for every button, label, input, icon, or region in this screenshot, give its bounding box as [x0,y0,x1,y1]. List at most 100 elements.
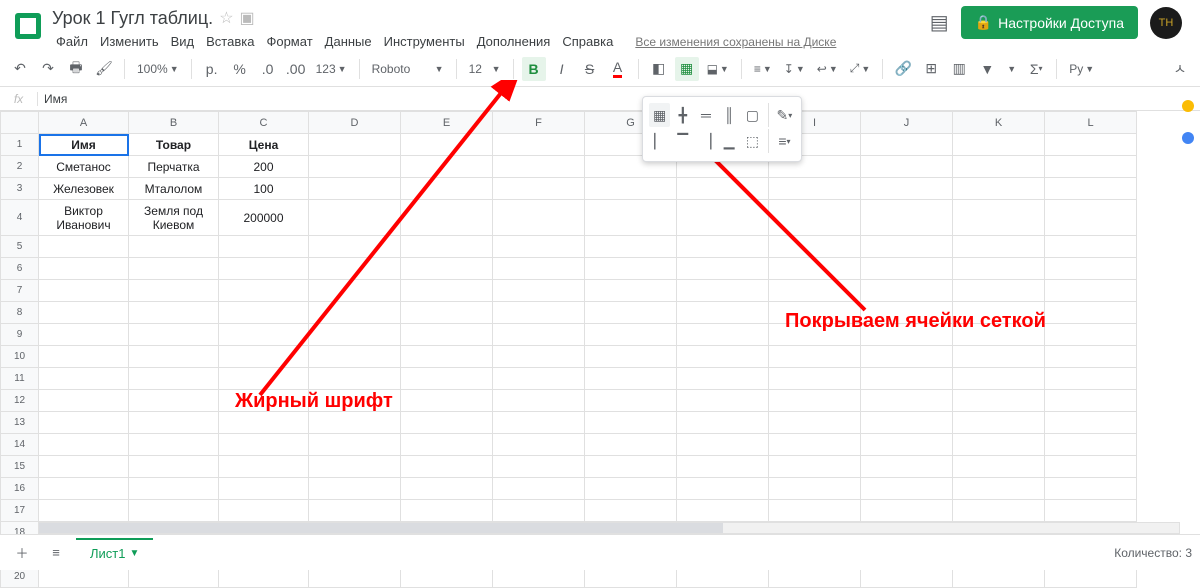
col-header-E[interactable]: E [401,112,493,134]
row-header-15[interactable]: 15 [1,456,39,478]
border-right-button[interactable]: ▕ [695,129,716,153]
cell-E16[interactable] [401,478,493,500]
cell-J1[interactable] [861,134,953,156]
cell-B8[interactable] [129,302,219,324]
cell-B2[interactable]: Перчатка [129,156,219,178]
cell-C4[interactable]: 200000 [219,200,309,236]
cell-D17[interactable] [309,500,401,522]
cell-F1[interactable] [493,134,585,156]
cell-F6[interactable] [493,258,585,280]
cell-C14[interactable] [219,434,309,456]
cell-L11[interactable] [1045,368,1137,390]
cell-G5[interactable] [585,236,677,258]
cell-I6[interactable] [769,258,861,280]
cell-H6[interactable] [677,258,769,280]
cell-B13[interactable] [129,412,219,434]
cell-E6[interactable] [401,258,493,280]
italic-button[interactable]: I [550,57,574,81]
select-all-corner[interactable] [1,112,39,134]
cell-J3[interactable] [861,178,953,200]
sheets-logo[interactable] [8,6,48,46]
cell-E14[interactable] [401,434,493,456]
cell-E9[interactable] [401,324,493,346]
cell-J5[interactable] [861,236,953,258]
cell-K4[interactable] [953,200,1045,236]
col-header-C[interactable]: C [219,112,309,134]
cell-G10[interactable] [585,346,677,368]
insert-link-button[interactable]: 🔗 [891,57,915,81]
border-vertical-button[interactable]: ║ [719,103,740,127]
cell-D6[interactable] [309,258,401,280]
cell-B5[interactable] [129,236,219,258]
cell-H12[interactable] [677,390,769,412]
cell-A14[interactable] [39,434,129,456]
cell-K11[interactable] [953,368,1045,390]
save-status[interactable]: Все изменения сохранены на Диске [631,33,840,51]
col-header-L[interactable]: L [1045,112,1137,134]
insert-comment-button[interactable]: ⊞ [919,57,943,81]
cell-A2[interactable]: Сметанос [39,156,129,178]
cell-B12[interactable] [129,390,219,412]
cell-K15[interactable] [953,456,1045,478]
cell-E12[interactable] [401,390,493,412]
row-header-17[interactable]: 17 [1,500,39,522]
strikethrough-button[interactable]: S [578,57,602,81]
menu-view[interactable]: Вид [167,32,199,51]
cell-L16[interactable] [1045,478,1137,500]
star-icon[interactable]: ☆ [219,8,233,28]
cell-F8[interactable] [493,302,585,324]
cell-E11[interactable] [401,368,493,390]
row-header-1[interactable]: 1 [1,134,39,156]
cell-L14[interactable] [1045,434,1137,456]
cell-H7[interactable] [677,280,769,302]
increase-decimal-button[interactable]: .00 [284,57,308,81]
cell-C13[interactable] [219,412,309,434]
cell-B14[interactable] [129,434,219,456]
filter-button[interactable]: ▼ [975,57,999,81]
currency-button[interactable]: р. [200,57,224,81]
cell-A10[interactable] [39,346,129,368]
cell-L2[interactable] [1045,156,1137,178]
filter-views-button[interactable]: ▼ [1003,64,1020,74]
cell-L3[interactable] [1045,178,1137,200]
cell-B15[interactable] [129,456,219,478]
script-button[interactable]: Py▼ [1065,62,1098,76]
share-button[interactable]: 🔒 Настройки Доступа [961,6,1138,39]
row-header-2[interactable]: 2 [1,156,39,178]
cell-G12[interactable] [585,390,677,412]
cell-F15[interactable] [493,456,585,478]
border-color-button[interactable]: ✎▾ [774,103,795,127]
cell-F2[interactable] [493,156,585,178]
cell-A13[interactable] [39,412,129,434]
row-header-5[interactable]: 5 [1,236,39,258]
col-header-A[interactable]: A [39,112,129,134]
cell-G6[interactable] [585,258,677,280]
cell-L4[interactable] [1045,200,1137,236]
cell-L17[interactable] [1045,500,1137,522]
border-none-button[interactable]: ⬚ [742,129,763,153]
cell-H17[interactable] [677,500,769,522]
cell-L15[interactable] [1045,456,1137,478]
border-left-button[interactable]: ▏ [649,129,670,153]
paint-format-button[interactable]: 🖌 [92,57,116,81]
cell-F3[interactable] [493,178,585,200]
fill-color-button[interactable]: ◧ [647,57,671,81]
cell-A15[interactable] [39,456,129,478]
cell-K17[interactable] [953,500,1045,522]
cell-B3[interactable]: Мталолом [129,178,219,200]
cell-D14[interactable] [309,434,401,456]
cell-A6[interactable] [39,258,129,280]
undo-button[interactable]: ↶ [8,57,32,81]
cell-B11[interactable] [129,368,219,390]
menu-file[interactable]: Файл [52,32,92,51]
formula-input[interactable] [38,90,1200,108]
bold-button[interactable]: B [522,57,546,81]
cell-J6[interactable] [861,258,953,280]
cell-D9[interactable] [309,324,401,346]
cell-D5[interactable] [309,236,401,258]
cell-D16[interactable] [309,478,401,500]
border-all-button[interactable]: ▦ [649,103,670,127]
menu-help[interactable]: Справка [558,32,617,51]
cell-J2[interactable] [861,156,953,178]
cell-D15[interactable] [309,456,401,478]
